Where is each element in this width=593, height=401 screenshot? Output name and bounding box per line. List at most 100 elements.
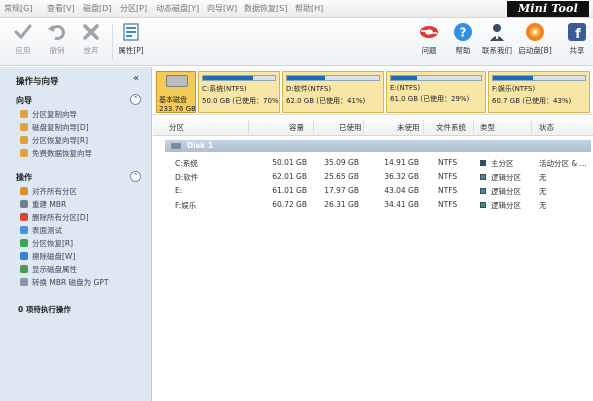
table-row[interactable]: E: 61.01 GB 17.97 GB 43.04 GB NTFS 逻辑分区 … [153, 184, 593, 197]
menu-disk[interactable]: 磁盘[D] [83, 3, 111, 14]
col-filesystem[interactable]: 文件系统 [436, 122, 466, 133]
column-divider[interactable] [531, 120, 532, 134]
partition-block-c[interactable]: C:系统(NTFS) 50.0 GB (已使用：70% [198, 71, 280, 113]
disk-size-label: 233.76 GB [159, 105, 196, 113]
contact-person-icon [490, 24, 504, 41]
column-divider[interactable] [248, 120, 249, 134]
svg-text:?: ? [460, 26, 467, 40]
operations-section-toggle[interactable]: ⌃ [130, 171, 141, 182]
pending-operations: 0 项待执行操作 [18, 305, 71, 314]
apply-button[interactable]: 应用 [6, 22, 40, 62]
toolbar: 应用 撤销 放弃 属性[P] 问题 ? 帮助 联系我们 启动盘[B] f 共享 [0, 18, 593, 66]
menu-data-recovery[interactable]: 数据恢复[S] [244, 3, 287, 14]
wipe-disk-icon [20, 252, 28, 260]
col-used[interactable]: 已使用 [339, 122, 362, 133]
discard-button[interactable]: 放弃 [74, 22, 108, 62]
help-icon: ? [454, 23, 472, 41]
menu-bar: 常规[G] 查看[V] 磁盘[D] 分区[P] 动态磁盘[Y] 向导[W] 数据… [0, 0, 593, 18]
wizard-data-recovery[interactable]: 免费数据恢复向导 [20, 148, 92, 159]
usage-bar-fill [203, 76, 254, 80]
table-header: 分区 容量 已使用 未使用 文件系统 类型 状态 [153, 118, 593, 136]
contact-us-button[interactable]: 联系我们 [480, 22, 514, 62]
checkmark-icon [14, 24, 32, 40]
wizard-section-heading: 向导 [16, 96, 32, 105]
op-rebuild-mbr[interactable]: 重建 MBR [20, 199, 66, 210]
column-divider[interactable] [363, 120, 364, 134]
disk-properties-icon [20, 265, 28, 273]
hard-disk-icon [166, 75, 188, 87]
copy-partition-icon [20, 110, 28, 118]
disk-card[interactable]: 基本磁盘 233.76 GB [156, 71, 196, 113]
logical-partition-icon [480, 202, 486, 208]
disk-icon [171, 143, 181, 149]
wizard-section-toggle[interactable]: ⌃ [130, 94, 141, 105]
collapse-panel-button[interactable]: « [133, 73, 139, 84]
partition-block-f[interactable]: F:娱乐(NTFS) 60.7 GB (已使用：43%) [488, 71, 590, 113]
usage-bar [286, 75, 380, 81]
disk-group-row[interactable]: Disk 1 [165, 140, 591, 152]
op-wipe-disk[interactable]: 擦除磁盘[W] [20, 251, 75, 262]
close-icon [83, 24, 99, 40]
boot-disk-icon [526, 23, 544, 41]
share-button[interactable]: f 共享 [560, 22, 593, 62]
help-button[interactable]: ? 帮助 [446, 22, 480, 62]
op-show-disk-properties[interactable]: 显示磁盘属性 [20, 264, 77, 275]
bootdisk-button[interactable]: 启动盘[B] [518, 22, 552, 62]
usage-bar [390, 75, 482, 81]
table-row[interactable]: C:系统 50.01 GB 35.09 GB 14.91 GB NTFS 主分区… [153, 156, 593, 169]
menu-wizard[interactable]: 向导[W] [207, 3, 237, 14]
op-surface-test[interactable]: 表面测试 [20, 225, 62, 236]
col-status[interactable]: 状态 [539, 122, 554, 133]
toolbar-separator [112, 24, 113, 60]
op-convert-mbr-to-gpt[interactable]: 转换 MBR 磁盘为 GPT [20, 277, 108, 288]
partition-table: 分区 容量 已使用 未使用 文件系统 类型 状态 Disk 1 C:系统 50.… [153, 118, 593, 401]
col-capacity[interactable]: 容量 [289, 122, 304, 133]
operations-section-heading: 操作 [16, 173, 32, 182]
col-type[interactable]: 类型 [480, 122, 495, 133]
wizard-partition-recovery[interactable]: 分区恢复向导[R] [20, 135, 88, 146]
partition-recovery-icon [20, 136, 28, 144]
menu-partition[interactable]: 分区[P] [120, 3, 147, 14]
op-partition-recovery[interactable]: 分区恢复[R] [20, 238, 73, 249]
usage-bar [492, 75, 586, 81]
col-partition[interactable]: 分区 [169, 122, 184, 133]
disk-type-label: 基本磁盘 [159, 96, 187, 104]
actions-wizards-panel: 操作与向导 « 向导 ⌃ 分区复制向导 磁盘复制向导[D] 分区恢复向导[R] … [0, 67, 152, 401]
panel-title: 操作与向导 [16, 77, 59, 87]
undo-button[interactable]: 撤销 [40, 22, 74, 62]
wizard-copy-disk[interactable]: 磁盘复制向导[D] [20, 122, 89, 133]
lifebuoy-icon [420, 26, 438, 38]
column-divider[interactable] [423, 120, 424, 134]
usage-bar-fill [391, 76, 418, 80]
properties-button[interactable]: 属性[P] [114, 22, 148, 62]
op-delete-all-partitions[interactable]: 删除所有分区[D] [20, 212, 89, 223]
menu-help[interactable]: 帮助[H] [295, 3, 323, 14]
faq-button[interactable]: 问题 [412, 22, 446, 62]
partition-block-d[interactable]: D:软件(NTFS) 62.0 GB (已使用：41%) [282, 71, 384, 113]
column-divider[interactable] [313, 120, 314, 134]
logical-partition-icon [480, 174, 486, 180]
disk-map: 基本磁盘 233.76 GB C:系统(NTFS) 50.0 GB (已使用：7… [153, 67, 593, 115]
surface-test-icon [20, 226, 28, 234]
table-row[interactable]: F:娱乐 60.72 GB 26.31 GB 34.41 GB NTFS 逻辑分… [153, 198, 593, 211]
copy-disk-icon [20, 123, 28, 131]
usage-bar [202, 75, 276, 81]
logical-partition-icon [480, 188, 486, 194]
usage-bar-fill [287, 76, 325, 80]
primary-partition-icon [480, 160, 486, 166]
menu-view[interactable]: 查看[V] [47, 3, 75, 14]
wizard-copy-partition[interactable]: 分区复制向导 [20, 109, 77, 120]
table-row[interactable]: D:软件 62.01 GB 25.65 GB 36.32 GB NTFS 逻辑分… [153, 170, 593, 183]
delete-icon [20, 213, 28, 221]
menu-general[interactable]: 常规[G] [4, 3, 32, 14]
menu-dynamic-disk[interactable]: 动态磁盘[Y] [156, 3, 199, 14]
recovery-icon [20, 239, 28, 247]
convert-icon [20, 278, 28, 286]
op-align-partitions[interactable]: 对齐所有分区 [20, 186, 77, 197]
minitool-logo: Mini Tool [507, 1, 589, 17]
facebook-icon: f [568, 23, 586, 42]
partition-block-e[interactable]: E:(NTFS) 61.0 GB (已使用：29%) [386, 71, 486, 113]
col-unused[interactable]: 未使用 [397, 122, 420, 133]
column-divider[interactable] [473, 120, 474, 134]
align-icon [20, 187, 28, 195]
